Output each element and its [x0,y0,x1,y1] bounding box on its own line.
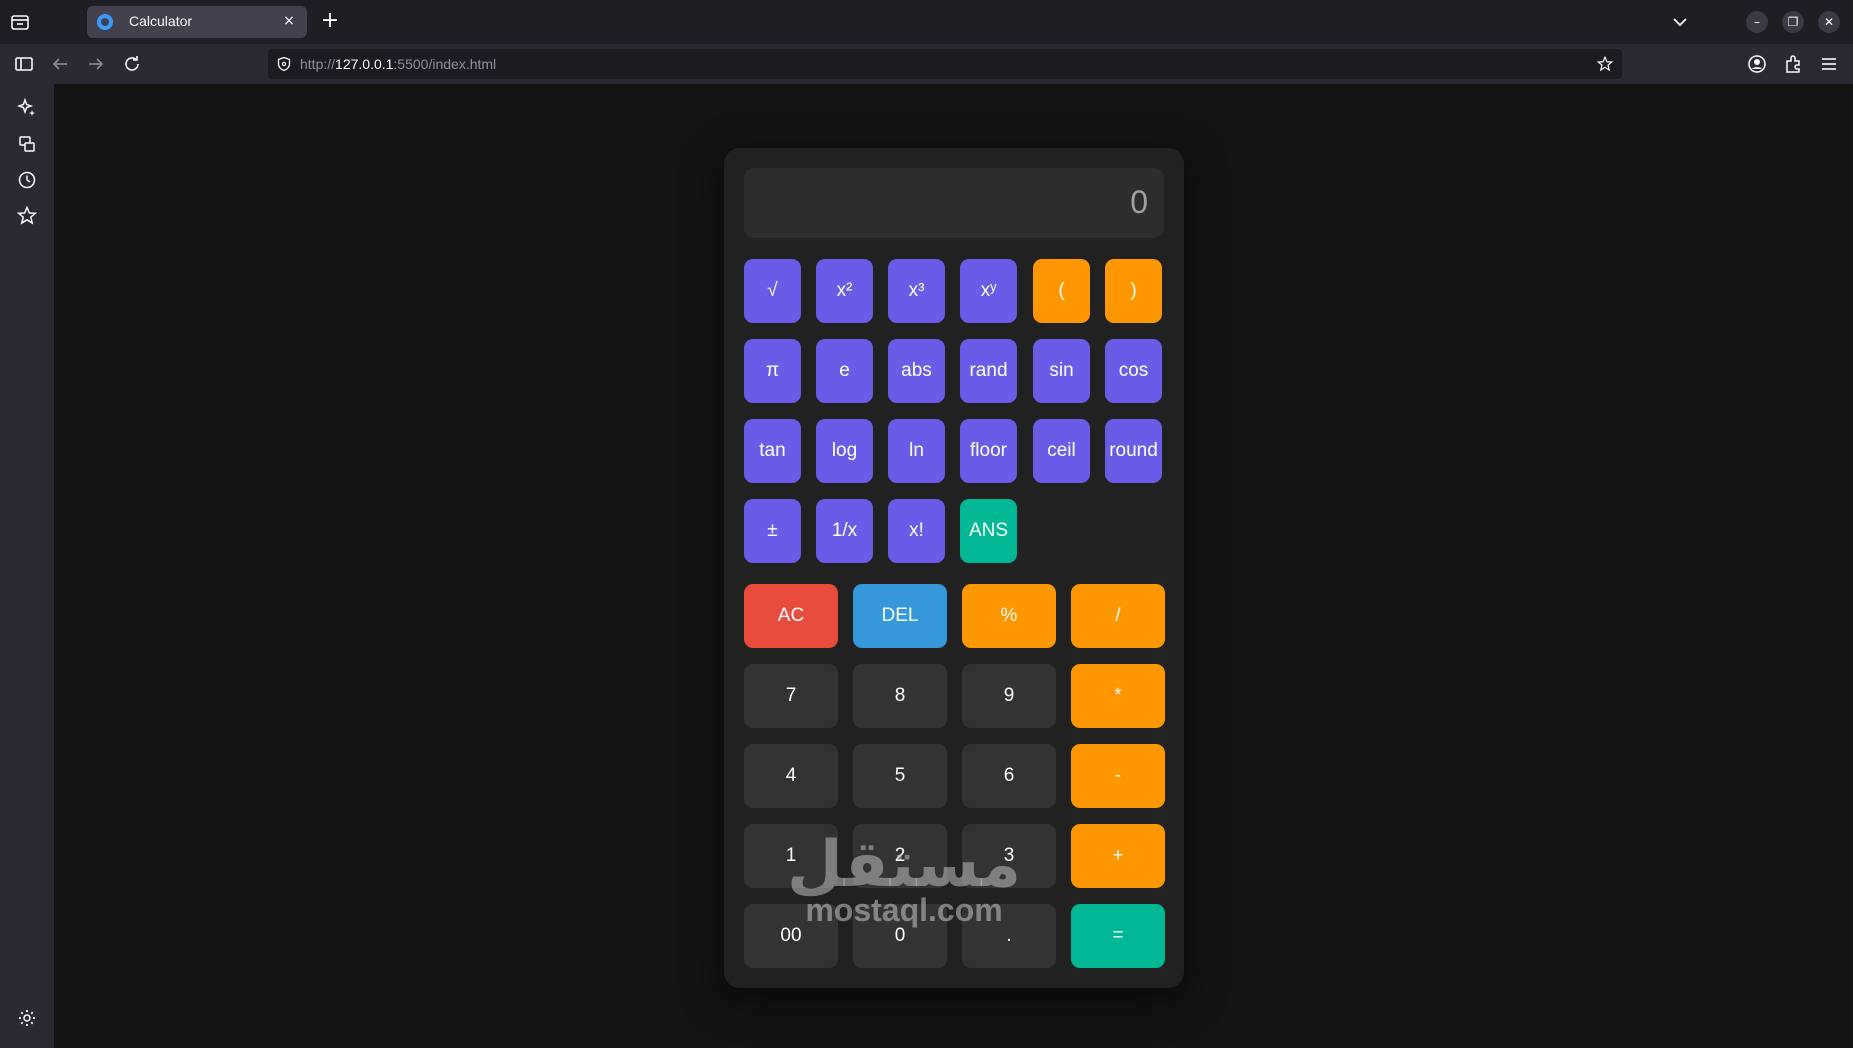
key-sci-0-0[interactable]: √ [744,259,801,323]
key-sci-1-0[interactable]: π [744,339,801,403]
key-sci-3-2[interactable]: x! [888,499,945,563]
key-sci-0-1[interactable]: x² [816,259,873,323]
tab-strip: Calculator × + – ❐ ✕ [0,0,1853,44]
key-sci-3-1[interactable]: 1/x [816,499,873,563]
key-sci-0-5[interactable]: ) [1105,259,1162,323]
shield-icon[interactable] [276,56,292,72]
key-main-1-0[interactable]: 7 [744,664,838,728]
key-sci-1-3[interactable]: rand [960,339,1017,403]
key-sci-1-2[interactable]: abs [888,339,945,403]
key-sci-3-0[interactable]: ± [744,499,801,563]
browser-sidebar [0,84,54,1048]
key-main-0-2[interactable]: % [962,584,1056,648]
restore-icon[interactable]: ❐ [1782,11,1804,33]
minimize-icon[interactable]: – [1746,11,1768,33]
synced-tabs-icon[interactable] [15,132,39,156]
key-main-0-1[interactable]: DEL [853,584,947,648]
url-host: 127.0.0.1 [335,56,394,72]
tab-list-icon[interactable] [8,10,32,34]
reload-icon[interactable] [120,52,144,76]
navigation-bar: http://127.0.0.1:5500/index.html [0,44,1853,84]
key-main-0-3[interactable]: / [1071,584,1165,648]
calculator-display: 0 [744,168,1164,238]
bookmarks-star-icon[interactable] [15,204,39,228]
url-bar[interactable]: http://127.0.0.1:5500/index.html [268,49,1622,79]
url-path: :5500/index.html [393,56,497,72]
key-sci-2-3[interactable]: floor [960,419,1017,483]
key-sci-2-5[interactable]: round [1105,419,1162,483]
key-main-1-3[interactable]: * [1071,664,1165,728]
url-scheme: http:// [300,56,336,72]
close-window-icon[interactable]: ✕ [1818,11,1840,33]
key-sci-0-3[interactable]: xʸ [960,259,1017,323]
tab-calculator[interactable]: Calculator × [87,6,307,38]
key-sci-0-2[interactable]: x³ [888,259,945,323]
menu-icon[interactable] [1817,52,1841,76]
watermark: مستقل mostaql.com [754,830,1054,929]
tab-title: Calculator [129,13,193,29]
key-main-2-1[interactable]: 5 [853,744,947,808]
settings-gear-icon[interactable] [15,1006,39,1030]
forward-arrow-icon[interactable] [84,52,108,76]
key-main-1-2[interactable]: 9 [962,664,1056,728]
tab-favicon-icon [97,14,113,30]
watermark-arabic: مستقل [786,828,1022,902]
key-sci-3-3[interactable]: ANS [960,499,1017,563]
extensions-icon[interactable] [1781,52,1805,76]
key-sci-1-4[interactable]: sin [1033,339,1090,403]
key-main-0-0[interactable]: AC [744,584,838,648]
chevron-down-icon[interactable] [1668,10,1692,34]
key-main-2-2[interactable]: 6 [962,744,1056,808]
key-main-3-3[interactable]: + [1071,824,1165,888]
key-sci-0-4[interactable]: ( [1033,259,1090,323]
key-sci-2-1[interactable]: log [816,419,873,483]
account-icon[interactable] [1745,52,1769,76]
new-tab-button[interactable]: + [318,10,342,34]
url-text: http://127.0.0.1:5500/index.html [300,56,496,72]
tab-close-icon[interactable]: × [279,11,299,31]
sidebar-toggle-icon[interactable] [12,52,36,76]
ai-sparkle-icon[interactable] [15,96,39,120]
key-main-1-1[interactable]: 8 [853,664,947,728]
key-sci-2-4[interactable]: ceil [1033,419,1090,483]
key-sci-1-1[interactable]: e [816,339,873,403]
bookmark-star-icon[interactable] [1596,55,1614,73]
browser-window: Calculator × + – ❐ ✕ http://127.0.0.1:55… [0,0,1853,1048]
key-main-2-3[interactable]: - [1071,744,1165,808]
key-sci-2-2[interactable]: ln [888,419,945,483]
back-arrow-icon[interactable] [48,52,72,76]
key-sci-1-5[interactable]: cos [1105,339,1162,403]
history-clock-icon[interactable] [15,168,39,192]
key-sci-2-0[interactable]: tan [744,419,801,483]
key-main-4-3[interactable]: = [1071,904,1165,968]
key-main-2-0[interactable]: 4 [744,744,838,808]
